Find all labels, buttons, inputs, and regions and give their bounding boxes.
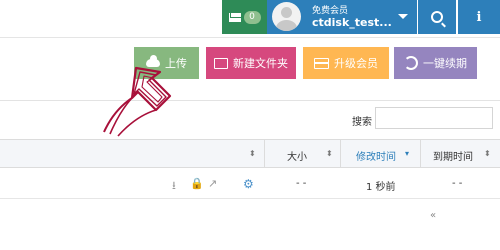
table-row[interactable]: ⭳ 🔒 ↗ ⚙ - - 1 秒前 - - xyxy=(0,168,500,199)
search-icon xyxy=(431,11,443,23)
pager-prev[interactable]: « xyxy=(430,210,436,221)
table-header: ⬍ 大小 ⬍ 修改时间 ▾ 到期时间 ⬍ xyxy=(0,139,500,168)
info-icon: i xyxy=(476,9,482,25)
download-icon[interactable]: ⭳ xyxy=(172,177,176,196)
sort-icon[interactable]: ⬍ xyxy=(249,149,256,158)
messages-button[interactable]: 0 xyxy=(222,0,267,34)
new-folder-button[interactable]: 新建文件夹 xyxy=(206,47,296,79)
search-label: 搜索 xyxy=(352,117,372,128)
user-tier-label: 免费会员 xyxy=(312,6,349,16)
user-name: ctdisk_test... xyxy=(312,16,392,29)
search-button[interactable] xyxy=(418,0,456,34)
info-button[interactable]: i xyxy=(458,0,500,34)
sort-icon[interactable]: ⬍ xyxy=(484,149,491,158)
new-folder-label: 新建文件夹 xyxy=(233,57,288,70)
header-divider xyxy=(0,37,500,38)
sort-icon[interactable]: ⬍ xyxy=(326,149,333,158)
user-menu[interactable]: 免费会员 ctdisk_test... xyxy=(267,0,417,34)
message-count-badge: 0 xyxy=(243,10,261,24)
gear-icon[interactable]: ⚙ xyxy=(243,177,254,191)
undo-icon xyxy=(404,56,418,70)
upgrade-label: 升级会员 xyxy=(334,57,378,70)
column-size[interactable]: 大小 xyxy=(287,148,307,163)
folder-icon xyxy=(214,57,228,69)
column-modified[interactable]: 修改时间 xyxy=(356,148,396,163)
credit-card-icon xyxy=(314,57,329,69)
sort-desc-icon[interactable]: ▾ xyxy=(405,149,409,158)
annotation-arrow xyxy=(103,66,172,137)
row-modified: 1 秒前 xyxy=(366,182,396,193)
caret-down-icon xyxy=(398,14,408,19)
top-bar: 0 免费会员 ctdisk_test... i xyxy=(0,0,500,37)
renew-button[interactable]: 一键续期 xyxy=(394,47,477,79)
row-size: - - xyxy=(296,178,307,189)
lock-icon[interactable]: 🔒 xyxy=(190,177,204,190)
row-expires: - - xyxy=(452,178,463,189)
toolbar-divider xyxy=(0,100,500,101)
upgrade-membership-button[interactable]: 升级会员 xyxy=(303,47,389,79)
avatar xyxy=(272,2,301,31)
external-link-icon[interactable]: ↗ xyxy=(208,177,217,190)
column-expires[interactable]: 到期时间 xyxy=(433,148,473,163)
search-input[interactable] xyxy=(375,107,493,129)
envelope-icon xyxy=(228,12,241,22)
renew-label: 一键续期 xyxy=(423,57,467,70)
